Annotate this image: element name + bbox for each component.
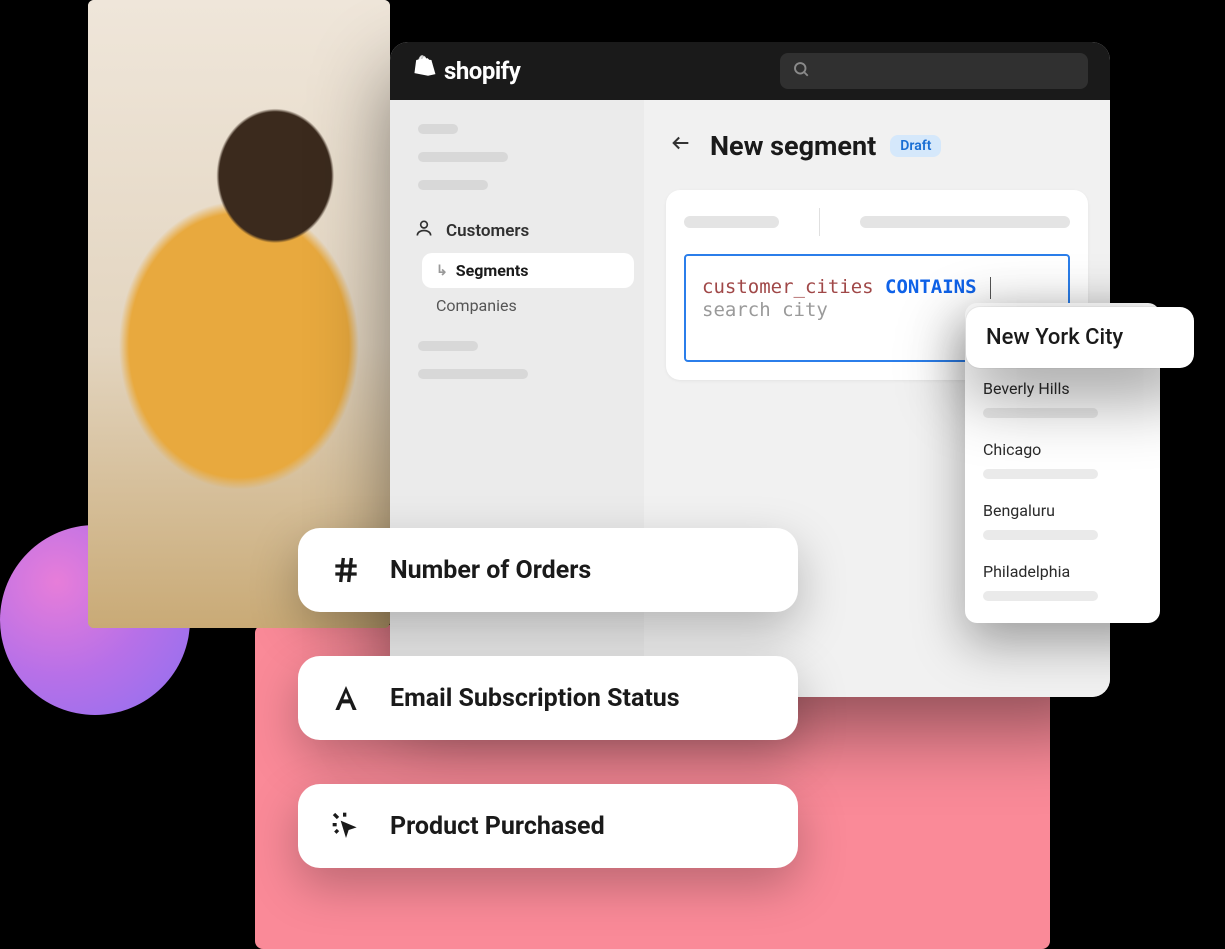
text-cursor [990, 277, 991, 299]
dropdown-item[interactable]: Philadelphia [965, 550, 1160, 585]
app-header: shopify [390, 42, 1110, 100]
sidebar-skeleton [418, 124, 458, 134]
sidebar-item-companies[interactable]: Companies [422, 288, 634, 323]
sidebar-skeleton [418, 341, 478, 351]
dropdown-item[interactable]: Chicago [965, 428, 1160, 463]
global-search-input[interactable] [780, 53, 1088, 89]
toolbar-divider [819, 208, 820, 236]
page-header: New segment Draft [666, 130, 1088, 162]
query-operator-token: CONTAINS [885, 276, 977, 298]
criteria-card-orders[interactable]: Number of Orders [298, 528, 798, 612]
hash-icon [328, 552, 364, 588]
dropdown-item[interactable]: Bengaluru [965, 489, 1160, 524]
dropdown-item-subtext-skeleton [983, 591, 1098, 601]
dropdown-item-label: Beverly Hills [983, 379, 1070, 398]
search-icon [792, 60, 810, 82]
dropdown-item-subtext-skeleton [983, 530, 1098, 540]
dropdown-item-label: Philadelphia [983, 562, 1070, 581]
person-icon [414, 218, 434, 243]
dropdown-item-subtext-skeleton [983, 408, 1098, 418]
dropdown-highlighted-item[interactable]: New York City [966, 307, 1194, 368]
brand-name: shopify [444, 57, 520, 85]
criteria-label: Email Subscription Status [390, 684, 680, 713]
sidebar-item-label: Companies [436, 296, 517, 315]
dropdown-item-subtext-skeleton [983, 469, 1098, 479]
sidebar-skeleton [418, 152, 508, 162]
query-placeholder: search city [702, 299, 828, 321]
toolbar-skeleton [684, 216, 779, 228]
toolbar-skeleton [860, 216, 1070, 228]
criteria-label: Number of Orders [390, 556, 591, 585]
dropdown-item-label: New York City [986, 325, 1123, 350]
sidebar-item-segments[interactable]: ↳ Segments [422, 253, 634, 288]
sidebar-skeleton [418, 369, 528, 379]
card-toolbar [684, 208, 1070, 236]
back-button[interactable] [666, 130, 696, 162]
criteria-card-email[interactable]: Email Subscription Status [298, 656, 798, 740]
sidebar-skeleton [418, 180, 488, 190]
text-type-icon [328, 680, 364, 716]
dropdown-item-label: Bengaluru [983, 501, 1055, 520]
query-field-token: customer_cities [702, 276, 874, 298]
status-badge: Draft [890, 135, 941, 157]
page-title: New segment [710, 130, 876, 162]
criteria-card-product[interactable]: Product Purchased [298, 784, 798, 868]
sidebar-item-label: Customers [446, 221, 529, 241]
sidebar-item-customers[interactable]: Customers [400, 208, 634, 253]
criteria-label: Product Purchased [390, 812, 605, 841]
shopify-bag-icon [412, 54, 436, 88]
cursor-click-icon [328, 808, 364, 844]
dropdown-item-label: Chicago [983, 440, 1041, 459]
brand-logo: shopify [412, 54, 520, 88]
sub-arrow-icon: ↳ [436, 263, 448, 279]
sidebar-item-label: Segments [456, 261, 529, 280]
